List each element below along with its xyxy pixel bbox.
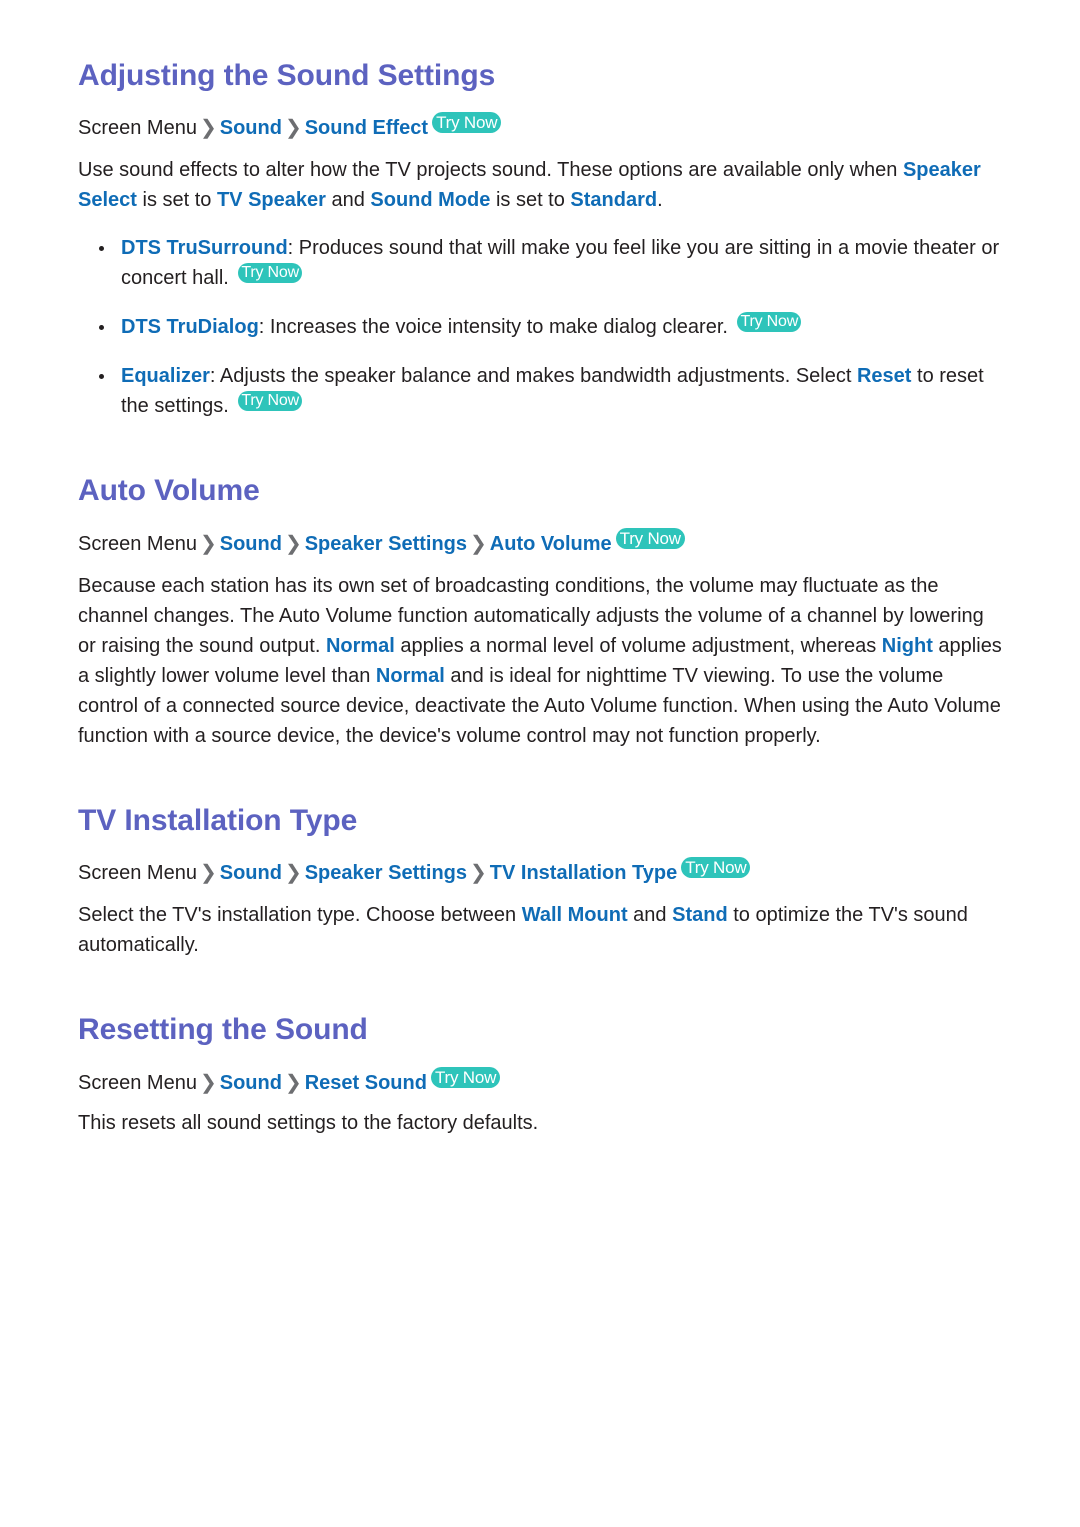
breadcrumb-root: Screen Menu (78, 862, 197, 885)
link-night[interactable]: Night (882, 635, 933, 657)
intro-text-5: . (657, 189, 663, 212)
list-item: DTS TruSurround: Produces sound that wil… (78, 233, 1002, 293)
body-text-1: Select the TV's installation type. Choos… (78, 904, 522, 927)
breadcrumb-separator-icon: ❯ (199, 862, 217, 885)
bullet-dot-icon (99, 246, 104, 252)
breadcrumb-item-sound[interactable]: Sound (220, 117, 282, 139)
breadcrumb-item-sound[interactable]: Sound (220, 862, 282, 884)
page-title: TV Installation Type (78, 803, 358, 837)
breadcrumb: Screen Menu ❯ Sound ❯ Speaker Settings ❯ Auto … (78, 527, 1002, 559)
link-sound-mode[interactable]: Sound Mode (370, 189, 490, 211)
body-paragraph: Select the TV's installation type. Choos… (78, 900, 1002, 960)
breadcrumb-item-auto-volume[interactable]: Auto Volume (490, 533, 612, 555)
link-reset[interactable]: Reset (857, 365, 911, 387)
try-now-badge[interactable]: Try Now (238, 391, 302, 412)
intro-text-2: is set to (136, 189, 217, 212)
breadcrumb-item-speaker-settings[interactable]: Speaker Settings (305, 862, 467, 884)
list-item: Equalizer: Adjusts the speaker balance a… (78, 361, 1002, 421)
breadcrumb-root: Screen Menu (78, 532, 197, 555)
link-wall-mount[interactable]: Wall Mount (522, 904, 628, 926)
link-standard[interactable]: Standard (570, 189, 657, 211)
breadcrumb-separator-icon: ❯ (284, 1071, 302, 1094)
breadcrumb: Screen Menu ❯ Sound ❯ Sound Effect Try Now (78, 112, 1002, 143)
breadcrumb-item-reset-sound[interactable]: Reset Sound (305, 1072, 427, 1094)
bullet-dot-icon (99, 374, 104, 380)
link-stand[interactable]: Stand (672, 904, 728, 926)
intro-text-3: and (325, 189, 371, 212)
term-dts-trusurround[interactable]: DTS TruSurround (121, 237, 288, 259)
breadcrumb-item-sound-effect[interactable]: Sound Effect (305, 117, 428, 139)
breadcrumb-item-tv-installation-type[interactable]: TV Installation Type (490, 862, 677, 884)
body-text-2: applies a normal level of volume adjustm… (394, 634, 882, 657)
breadcrumb-separator-icon: ❯ (199, 1071, 217, 1094)
breadcrumb-separator-icon: ❯ (284, 117, 302, 140)
link-normal[interactable]: Normal (326, 635, 395, 657)
list-item: DTS TruDialog: Increases the voice inten… (78, 312, 1002, 342)
breadcrumb: Screen Menu ❯ Sound ❯ Speaker Settings ❯ TV In… (78, 857, 1002, 888)
document-page: Adjusting the Sound Settings Screen Menu… (0, 0, 1080, 1527)
page-title: Adjusting the Sound Settings (78, 59, 496, 92)
intro-text-4: is set to (490, 189, 571, 212)
breadcrumb-separator-icon: ❯ (470, 532, 487, 555)
document-content: Adjusting the Sound Settings Screen Menu… (78, 58, 1002, 1138)
term-dts-trudialog[interactable]: DTS TruDialog (121, 316, 259, 338)
breadcrumb-item-speaker-settings[interactable]: Speaker Settings (305, 533, 467, 555)
breadcrumb: Screen Menu ❯ Sound ❯ Reset Sound Try Now (78, 1066, 1002, 1098)
try-now-badge[interactable]: Try Now (238, 263, 302, 284)
page-title: Auto Volume (78, 474, 260, 508)
section-adjusting-sound-settings: Adjusting the Sound Settings Screen Menu… (78, 58, 1002, 421)
page-title: Resetting the Sound (78, 1013, 368, 1047)
breadcrumb-separator-icon: ❯ (199, 117, 217, 140)
link-tv-speaker[interactable]: TV Speaker (217, 189, 326, 211)
try-now-badge[interactable]: Try Now (615, 527, 685, 549)
term-equalizer[interactable]: Equalizer (121, 365, 210, 387)
list-item-text: : Adjusts the speaker balance and makes … (209, 365, 857, 388)
intro-text-1: Use sound effects to alter how the TV pr… (78, 159, 903, 182)
breadcrumb-separator-icon: ❯ (284, 532, 302, 555)
bullet-dot-icon (99, 325, 104, 331)
breadcrumb-item-sound[interactable]: Sound (220, 533, 282, 555)
try-now-badge[interactable]: Try Now (432, 112, 502, 134)
body-text-2: and (627, 904, 673, 927)
section-auto-volume: Auto Volume Screen Menu ❯ Sound ❯ Speaker Se… (78, 473, 1002, 750)
try-now-badge[interactable]: Try Now (681, 857, 751, 879)
try-now-badge[interactable]: Try Now (430, 1066, 501, 1088)
body-paragraph: Because each station has its own set of … (78, 571, 1002, 751)
breadcrumb-root: Screen Menu (78, 117, 197, 140)
breadcrumb-separator-icon: ❯ (284, 862, 302, 885)
breadcrumb-item-sound[interactable]: Sound (220, 1072, 282, 1094)
link-normal-2[interactable]: Normal (376, 665, 445, 687)
body-paragraph: This resets all sound settings to the fa… (78, 1108, 1002, 1138)
section-tv-installation-type: TV Installation Type Screen Menu ❯ Sound ❯ S… (78, 803, 1002, 960)
breadcrumb-separator-icon: ❯ (199, 532, 217, 555)
intro-paragraph: Use sound effects to alter how the TV pr… (78, 155, 1002, 215)
list-item-text: : Increases the voice intensity to make … (258, 316, 734, 339)
breadcrumb-root: Screen Menu (78, 1071, 197, 1094)
try-now-badge[interactable]: Try Now (737, 312, 802, 333)
section-resetting-the-sound: Resetting the Sound Screen Menu ❯ Sound ❯ Re… (78, 1012, 1002, 1137)
breadcrumb-separator-icon: ❯ (470, 862, 487, 885)
feature-list: DTS TruSurround: Produces sound that wil… (78, 233, 1002, 421)
body-text-1: This resets all sound settings to the fa… (78, 1111, 539, 1134)
